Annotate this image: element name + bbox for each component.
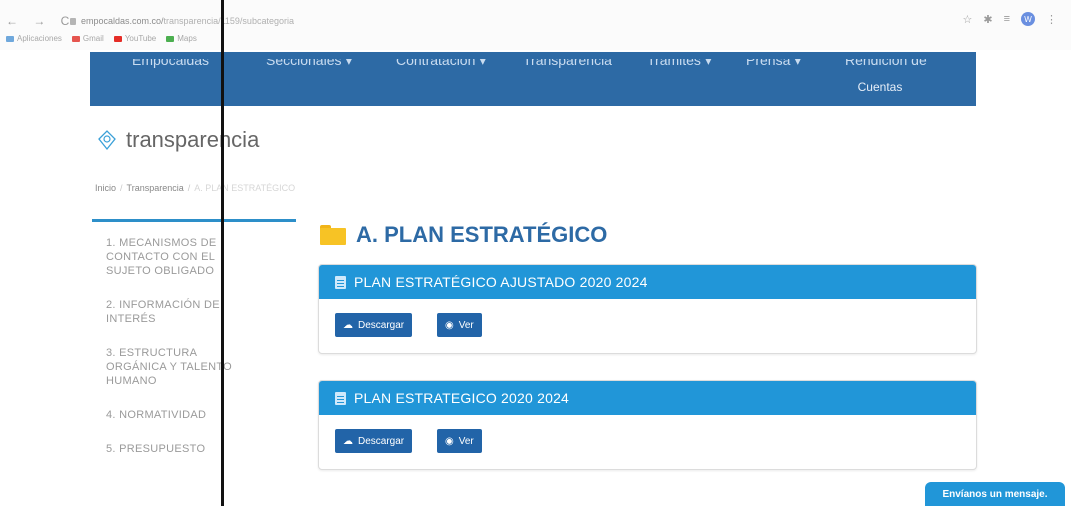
page-title-text: A. PLAN ESTRATÉGICO (356, 222, 608, 247)
nav-item-prensa[interactable]: Prensa ▾ (746, 59, 801, 68)
bookmark-star-icon[interactable]: ☆ (962, 13, 972, 26)
breadcrumb-inicio[interactable]: Inicio (95, 183, 116, 193)
nav-item-rendicion-sub[interactable]: Cuentas (850, 80, 910, 94)
sidebar-item-estructura[interactable]: 3. ESTRUCTURA ORGÁNICA Y TALENTO HUMANO (106, 346, 246, 388)
logo-text: transparencia (126, 127, 260, 152)
media-icon[interactable]: ≡ (1004, 13, 1010, 25)
nav-item-contratacion[interactable]: Contratación ▾ (396, 59, 486, 68)
nav-item-seccionales[interactable]: Seccionales ▾ (266, 59, 352, 68)
sidebar-item-informacion[interactable]: 2. INFORMACIÓN DE INTERÉS (106, 298, 246, 326)
url-path: transparencia/1159/subcategoria (163, 16, 294, 26)
browser-nav-buttons[interactable]: ← → C (6, 14, 75, 28)
document-title: PLAN ESTRATEGICO 2020 2024 (354, 390, 570, 406)
youtube-icon (113, 35, 122, 42)
nav-item-empocaldas[interactable]: Empocaldas (132, 59, 209, 68)
download-label: Descargar (358, 435, 405, 447)
chat-widget-button[interactable]: Envíanos un mensaje. (925, 482, 1065, 506)
cloud-download-icon: ☁ (343, 319, 353, 331)
bookmark-gmail[interactable]: Gmail (71, 34, 104, 43)
view-button[interactable]: ◉ Ver (437, 429, 482, 453)
download-button[interactable]: ☁ Descargar (335, 313, 413, 337)
document-card-header: PLAN ESTRATEGICO 2020 2024 (319, 381, 976, 415)
nav-item-tramites[interactable]: Trámites ▾ (647, 59, 712, 68)
document-card-header: PLAN ESTRATÉGICO AJUSTADO 2020 2024 (319, 265, 976, 299)
folder-icon (320, 225, 346, 245)
document-icon (335, 275, 346, 289)
eye-icon: ◉ (445, 435, 454, 447)
profile-avatar[interactable]: W (1021, 12, 1035, 26)
bookmark-apps[interactable]: Aplicaciones (6, 34, 62, 43)
view-label: Ver (458, 319, 474, 331)
url-host: empocaldas.com.co/ (81, 16, 164, 26)
bookmark-youtube[interactable]: YouTube (113, 34, 156, 43)
extension-icon[interactable]: ✱ (983, 13, 992, 26)
breadcrumb-current: A. PLAN ESTRATÉGICO (194, 183, 296, 193)
page-title: A. PLAN ESTRATÉGICO (320, 222, 607, 248)
eye-icon: ◉ (445, 319, 454, 331)
transparencia-logo-icon (98, 130, 116, 151)
address-bar[interactable]: empocaldas.com.co/transparencia/1159/sub… (70, 16, 294, 26)
bookmarks-bar: Aplicaciones Gmail YouTube Maps (6, 34, 197, 43)
gmail-icon (71, 35, 80, 42)
document-card-body: ☁ Descargar ◉ Ver (319, 299, 976, 353)
document-icon (335, 391, 346, 405)
document-card: PLAN ESTRATÉGICO AJUSTADO 2020 2024 ☁ De… (318, 264, 977, 354)
transparencia-logo: transparencia (96, 127, 259, 153)
document-card-body: ☁ Descargar ◉ Ver (319, 415, 976, 469)
browser-actions: ☆ ✱ ≡ W ⋮ (962, 12, 1057, 26)
download-button[interactable]: ☁ Descargar (335, 429, 413, 453)
document-card: PLAN ESTRATEGICO 2020 2024 ☁ Descargar ◉… (318, 380, 977, 470)
sidebar-item-normatividad[interactable]: 4. NORMATIVIDAD (106, 408, 246, 422)
download-label: Descargar (358, 319, 405, 331)
browser-toolbar: ← → C empocaldas.com.co/transparencia/11… (0, 0, 1071, 50)
sidebar-item-mecanismos[interactable]: 1. MECANISMOS DE CONTACTO CON EL SUJETO … (106, 236, 246, 278)
maps-icon (166, 35, 175, 42)
breadcrumb: Inicio / Transparencia / A. PLAN ESTRATÉGICO (95, 183, 295, 193)
document-title: PLAN ESTRATÉGICO AJUSTADO 2020 2024 (354, 274, 648, 290)
bookmark-maps[interactable]: Maps (166, 34, 197, 43)
breadcrumb-separator: / (187, 183, 191, 193)
view-button[interactable]: ◉ Ver (437, 313, 482, 337)
lock-icon (70, 18, 76, 25)
sidebar-accent-line (92, 219, 296, 222)
breadcrumb-separator: / (120, 183, 123, 193)
scan-line-artifact (221, 0, 224, 506)
sidebar: 1. MECANISMOS DE CONTACTO CON EL SUJETO … (92, 219, 296, 456)
menu-kebab-icon[interactable]: ⋮ (1046, 13, 1057, 26)
apps-icon (6, 35, 14, 42)
nav-item-rendicion[interactable]: Rendición de (845, 59, 927, 68)
sidebar-item-presupuesto[interactable]: 5. PRESUPUESTO (106, 442, 246, 456)
cloud-download-icon: ☁ (343, 435, 353, 447)
nav-item-transparencia[interactable]: Transparencia (523, 59, 612, 68)
breadcrumb-transparencia[interactable]: Transparencia (127, 183, 184, 193)
view-label: Ver (458, 435, 474, 447)
